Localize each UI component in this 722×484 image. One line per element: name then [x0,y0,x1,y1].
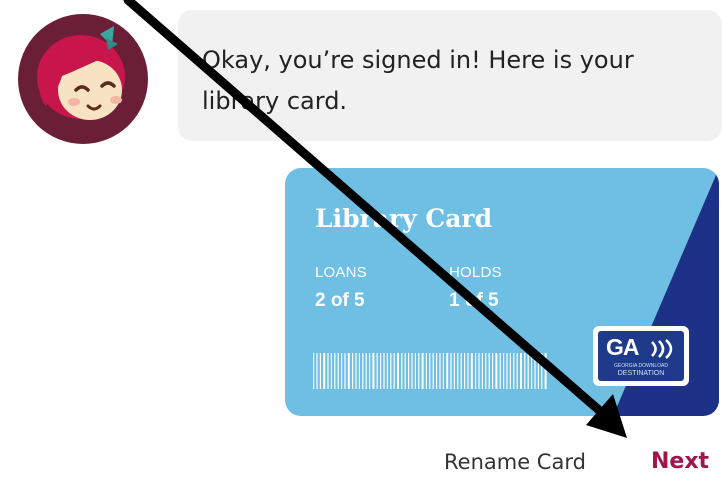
barcode-bar [492,353,494,389]
barcode-bar [513,353,515,389]
barcode-bar [362,353,364,389]
barcode-bar [414,353,416,389]
barcode-bar [352,353,354,389]
barcode-bar [478,353,480,389]
barcode-bar [442,353,444,389]
barcode-bar [327,353,329,389]
loans-value: 2 of 5 [315,290,365,311]
barcode-bar [355,353,357,389]
barcode-bar [358,353,360,389]
barcode-bar [376,353,378,389]
barcode-bar [429,353,431,389]
barcode-bar [537,353,539,389]
barcode-bar [386,353,388,389]
barcode-bar [341,353,343,389]
holds-label: HOLDS [449,264,502,281]
message-bubble: Okay, you’re signed in! Here is your lib… [178,10,722,141]
barcode-bar [404,353,406,389]
barcode-bar [531,353,533,389]
barcode-bar [544,353,547,389]
barcode-bar [380,353,382,389]
barcode-bar [470,353,473,389]
barcode-bar [390,353,392,389]
rename-card-button[interactable]: Rename Card [444,450,586,474]
barcode-bar [524,353,526,389]
barcode-bar [464,353,466,389]
barcode-bar [499,353,501,389]
barcode-bar [485,353,487,389]
barcode-bar [369,353,371,389]
barcode-bar [411,353,413,389]
barcode-bar [527,353,529,389]
barcode-bar [541,353,543,389]
signal-waves-icon [651,339,673,359]
library-card[interactable]: Library Card LOANS 2 of 5 HOLDS 1 of 5 G… [285,168,719,416]
barcode-bar [365,353,367,389]
barcode-bar [337,353,339,389]
barcode-bar [503,353,505,389]
barcode-bar [397,353,399,389]
barcode-bar [347,353,350,389]
barcode-bar [436,353,438,389]
barcode-bar [488,353,490,389]
next-button[interactable]: Next [651,449,709,474]
barcode-bar [323,353,326,389]
libby-avatar-icon [18,14,148,144]
barcode-bar [421,353,424,389]
barcode-bar [460,353,462,389]
barcode-bar [439,353,441,389]
message-text: Okay, you’re signed in! Here is your lib… [202,46,634,115]
barcode-bar [334,353,336,389]
barcode-bar [316,353,318,389]
barcode-bar [516,353,518,389]
card-title: Library Card [315,204,493,233]
barcode-bar [418,353,420,389]
barcode-bar [457,353,459,389]
barcode-bar [450,353,452,389]
barcode-bar [408,353,410,389]
barcode-bar [467,353,469,389]
barcode-bar [506,353,508,389]
barcode-bar [313,353,315,389]
barcode-bar [401,353,403,389]
barcode-bar [372,353,375,389]
barcode-bar [475,353,477,389]
barcode-bar [344,353,346,389]
barcode-bar [330,353,332,389]
barcode-bar [393,353,395,389]
georgia-download-destination-logo: GA GEORGIA DOWNLOAD DESTINATION [593,326,689,386]
barcode-bar [319,353,321,389]
barcode-bar [509,353,511,389]
barcode-bar [534,353,536,389]
ga-logo-text: GA [606,334,639,360]
barcode-bar [453,353,455,389]
barcode-bar [520,353,522,389]
barcode-bar [432,353,434,389]
loans-label: LOANS [315,264,367,281]
barcode-bar [383,353,385,389]
barcode-bar [446,353,449,389]
logo-line1: GEORGIA DOWNLOAD [614,363,668,369]
barcode-bar [425,353,427,389]
barcode [313,353,547,389]
barcode-bar [495,353,498,389]
barcode-bar [481,353,483,389]
holds-value: 1 of 5 [449,290,499,311]
chat-screen: Okay, you’re signed in! Here is your lib… [0,0,722,484]
logo-line2: DESTINATION [617,370,665,377]
